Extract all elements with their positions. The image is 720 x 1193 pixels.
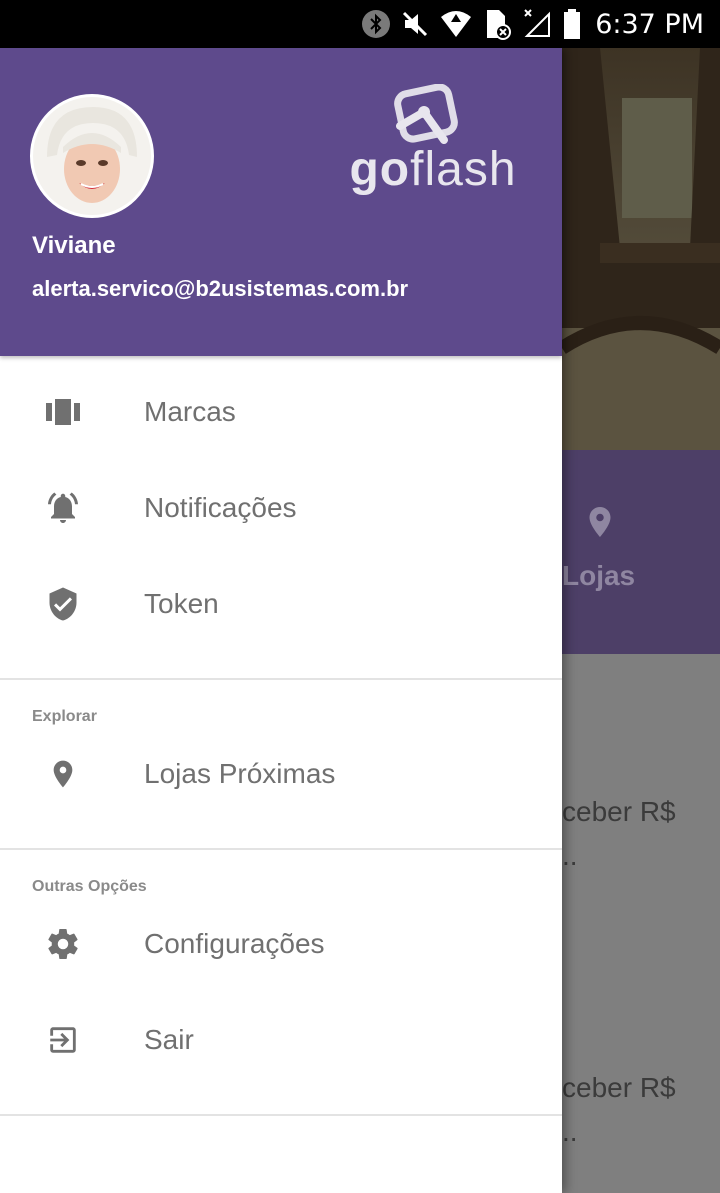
menu-item-token[interactable]: Token [0, 556, 562, 652]
menu-item-sair[interactable]: Sair [0, 992, 562, 1088]
exit-icon [44, 1021, 82, 1059]
menu-item-notificacoes[interactable]: Notificações [0, 460, 562, 556]
menu-item-label: Configurações [144, 928, 325, 959]
menu-item-lojas-proximas[interactable]: Lojas Próximas [0, 726, 562, 822]
cards-icon [44, 393, 82, 431]
divider [0, 678, 562, 680]
drawer-header: Viviane alerta.servico@b2usistemas.com.b… [0, 48, 562, 356]
battery-icon [563, 8, 581, 40]
logo-text-go: go [349, 143, 411, 196]
navigation-drawer: Viviane alerta.servico@b2usistemas.com.b… [0, 48, 562, 1193]
menu-item-label: Notificações [144, 492, 297, 523]
background-lojas-label: Lojas [562, 560, 636, 591]
menu-item-label: Sair [144, 1024, 194, 1055]
background-text: ceber R$ [562, 1072, 676, 1103]
divider [0, 848, 562, 850]
section-title-explorar: Explorar [32, 708, 97, 725]
menu-item-label: Lojas Próximas [144, 758, 336, 789]
divider [0, 1114, 562, 1116]
menu-item-marcas[interactable]: Marcas [0, 364, 562, 460]
wifi-icon [439, 9, 473, 39]
background-text: .. [562, 840, 578, 871]
background-location-icon [582, 502, 618, 547]
location-pin-icon [44, 755, 82, 793]
menu-item-label: Token [144, 588, 219, 619]
bluetooth-icon [361, 9, 391, 39]
bell-icon [44, 489, 82, 527]
avatar[interactable] [30, 94, 154, 218]
shield-check-icon [44, 585, 82, 623]
background-text: ceber R$ [562, 796, 676, 827]
clock: 6:37 PM [595, 8, 704, 40]
user-email: alerta.servico@b2usistemas.com.br [32, 276, 409, 301]
mute-icon [401, 9, 429, 39]
goflash-logo: goflash [338, 84, 528, 196]
gear-icon [44, 925, 82, 963]
user-name: Viviane [32, 232, 116, 259]
status-bar: 6:37 PM [0, 0, 720, 48]
menu-item-label: Marcas [144, 396, 236, 427]
sim-error-icon [483, 8, 513, 40]
signal-icon [523, 8, 553, 40]
background-text: .. [562, 1116, 578, 1147]
section-title-outras-opcoes: Outras Opções [32, 878, 147, 895]
menu-item-configuracoes[interactable]: Configurações [0, 896, 562, 992]
logo-text-flash: flash [410, 143, 517, 196]
